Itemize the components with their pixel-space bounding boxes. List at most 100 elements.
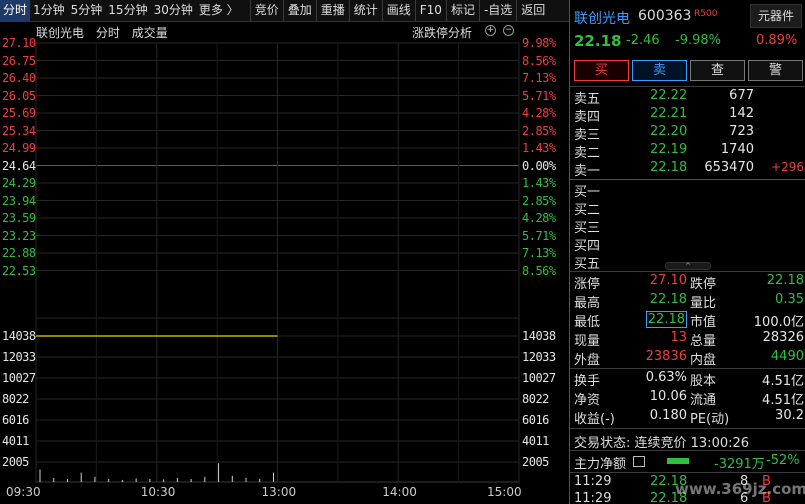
stat-value: 30.2 — [775, 408, 804, 423]
bid-row[interactable]: 买一 — [570, 181, 805, 200]
stat-label: 总量 — [690, 334, 717, 349]
bid-row[interactable]: 买四 — [570, 235, 805, 254]
ask-volume: 653470 — [704, 160, 754, 175]
ask-label: 卖一 — [574, 164, 601, 179]
margin-badge: R500 — [694, 9, 718, 19]
stat-value: 100.0亿 — [753, 315, 804, 330]
price-axis-label: 24.64 — [2, 158, 36, 173]
chart-stock-name: 联创光电 — [36, 26, 85, 40]
trading-status: 交易状态: 连续竞价 13:00:26 — [574, 436, 750, 451]
time-axis-label: 09:30 — [6, 485, 41, 499]
alert-button[interactable]: 警 — [748, 60, 803, 81]
stat-label: 现量 — [574, 334, 601, 349]
stat-label: 净资 — [574, 393, 601, 408]
bid-row[interactable]: 买二 — [570, 199, 805, 218]
price-axis-label: 23.59 — [2, 211, 36, 225]
stat-label: 外盘 — [574, 353, 601, 368]
pct-axis-label: 8.56% — [522, 263, 556, 278]
time-axis-label: 15:00 — [487, 485, 522, 499]
tick-volume: 8 — [740, 474, 749, 489]
quote-panel: 联创光电 600363 R500 元器件 22.18 -2.46 -9.98% … — [569, 0, 805, 504]
query-button[interactable]: 查 — [690, 60, 745, 81]
stat-value: 4490 — [770, 349, 804, 364]
price-axis-label: 26.75 — [2, 53, 36, 68]
stat-value: 27.10 — [649, 273, 687, 288]
bid-row[interactable]: 买三 — [570, 217, 805, 236]
price-axis-label: 25.34 — [2, 123, 36, 138]
volume-axis-label: 8022 — [2, 392, 29, 406]
stat-row: 收益(-) 0.180 PE(动) 30.2 — [570, 408, 805, 427]
intraday-chart[interactable] — [0, 0, 569, 504]
volume-axis-label: 10027 — [522, 371, 556, 385]
volume-axis-label: 10027 — [2, 371, 36, 385]
buy-button[interactable]: 买 — [574, 60, 629, 81]
stat-value: 22.18 — [649, 292, 687, 307]
zoom-out-icon[interactable]: − — [503, 25, 514, 36]
flow-detail-icon[interactable] — [633, 456, 645, 467]
stat-row: 最高 22.18 量比 0.35 — [570, 292, 805, 311]
tick-price: 22.18 — [650, 474, 688, 489]
pct-axis-label: 8.56% — [522, 53, 556, 68]
bid-label: 买二 — [574, 203, 601, 218]
ask-label: 卖三 — [574, 128, 601, 143]
ask-label: 卖四 — [574, 110, 601, 125]
price-axis-label: 26.40 — [2, 71, 36, 85]
price-axis-label: 27.10 — [2, 36, 36, 50]
limit-analysis-label[interactable]: 涨跌停分析 — [412, 24, 472, 41]
main-flow-label: 主力净额 — [574, 457, 627, 472]
pct-axis-label: 7.13% — [522, 71, 556, 85]
price-axis-label: 24.99 — [2, 141, 36, 155]
pct-axis-label: 2.85% — [522, 123, 556, 138]
stat-value: 4.51亿 — [762, 393, 804, 408]
tick-side: B — [762, 474, 771, 489]
divider — [570, 450, 805, 451]
ask-row[interactable]: 卖一 22.18 653470 +296 — [570, 160, 805, 179]
ask-row[interactable]: 卖五 22.22 677 — [570, 88, 805, 107]
tick-row: 11:29 22.18 6 B — [570, 491, 805, 504]
stat-value: 10.06 — [649, 389, 687, 404]
tick-time: 11:29 — [574, 474, 612, 489]
zoom-in-icon[interactable]: + — [485, 25, 496, 36]
stat-row: 换手 0.63% 股本 4.51亿 — [570, 370, 805, 389]
time-axis-label: 13:00 — [261, 485, 297, 499]
ask-price: 22.22 — [650, 88, 688, 103]
price-axis-label: 23.23 — [2, 228, 36, 243]
divider — [570, 86, 805, 87]
ask-price: 22.19 — [650, 142, 688, 157]
stat-value: 4.51亿 — [762, 374, 804, 389]
divider — [570, 428, 805, 429]
volume-axis-label: 14038 — [522, 329, 556, 343]
divider — [570, 472, 805, 473]
tick-row: 11:29 22.18 8 B — [570, 474, 805, 492]
ask-volume: 1740 — [720, 142, 754, 157]
stat-label: 市值 — [690, 315, 717, 330]
volume-axis-label: 6016 — [2, 413, 29, 427]
pct-axis-label: 2.85% — [522, 193, 556, 208]
tick-time: 11:29 — [574, 491, 612, 504]
stat-label: 换手 — [574, 374, 601, 389]
chart-volume-label: 成交量 — [131, 26, 168, 40]
last-price: 22.18 — [574, 32, 622, 50]
pct-axis-label: 0.00% — [522, 158, 556, 173]
stat-value: 0.63% — [645, 370, 687, 385]
ask-row[interactable]: 卖三 22.20 723 — [570, 124, 805, 143]
ask-label: 卖二 — [574, 146, 601, 161]
tick-price: 22.18 — [650, 491, 688, 504]
stat-value: 0.180 — [649, 408, 687, 423]
stat-value: 22.18 — [766, 273, 804, 288]
ask-row[interactable]: 卖四 22.21 142 — [570, 106, 805, 125]
ask-row[interactable]: 卖二 22.19 1740 — [570, 142, 805, 161]
expand-handle-icon[interactable]: ^ — [665, 262, 711, 270]
volume-axis-label: 4011 — [2, 434, 29, 448]
stat-row: 涨停 27.10 跌停 22.18 — [570, 273, 805, 292]
volume-axis-label: 6016 — [522, 413, 549, 427]
ask-label: 卖五 — [574, 92, 601, 107]
stat-label: 涨停 — [574, 277, 601, 292]
sell-button[interactable]: 卖 — [632, 60, 687, 81]
pct-axis-label: 4.28% — [522, 211, 556, 225]
volume-axis-label: 8022 — [522, 392, 549, 406]
sector-button[interactable]: 元器件 — [750, 4, 802, 28]
stock-name[interactable]: 联创光电 — [574, 8, 630, 28]
stat-row: 净资 10.06 流通 4.51亿 — [570, 389, 805, 408]
pct-axis-label: 5.71% — [522, 228, 556, 243]
